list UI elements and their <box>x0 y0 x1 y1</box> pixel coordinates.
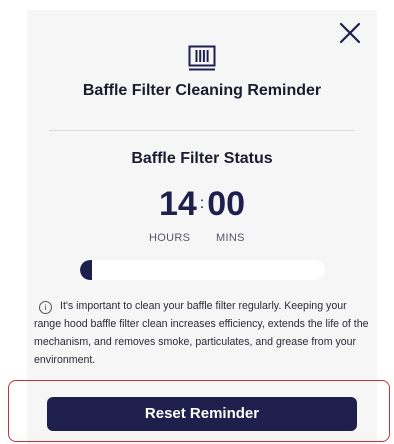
divider <box>49 130 355 131</box>
reset-reminder-button[interactable]: Reset Reminder <box>47 397 357 431</box>
info-message: i It's important to clean your baffle fil… <box>34 297 370 369</box>
hours-value: 14 <box>158 185 197 223</box>
minutes-label: MINS <box>216 232 245 244</box>
info-icon: i <box>39 301 52 314</box>
baffle-filter-icon <box>188 45 216 71</box>
reminder-dialog: Baffle Filter Cleaning Reminder Baffle F… <box>27 10 377 444</box>
filter-status-progress-bar <box>80 260 325 280</box>
close-icon[interactable] <box>337 20 363 46</box>
dialog-title: Baffle Filter Cleaning Reminder <box>82 82 322 99</box>
timer-display: 14:00 <box>27 182 377 226</box>
hours-label: HOURS <box>149 232 191 244</box>
status-title: Baffle Filter Status <box>131 150 273 167</box>
info-text: It's important to clean your baffle filt… <box>34 300 369 366</box>
time-separator: : <box>199 195 205 212</box>
minutes-value: 00 <box>207 185 246 223</box>
progress-fill <box>80 260 93 280</box>
close-button[interactable] <box>337 20 363 46</box>
